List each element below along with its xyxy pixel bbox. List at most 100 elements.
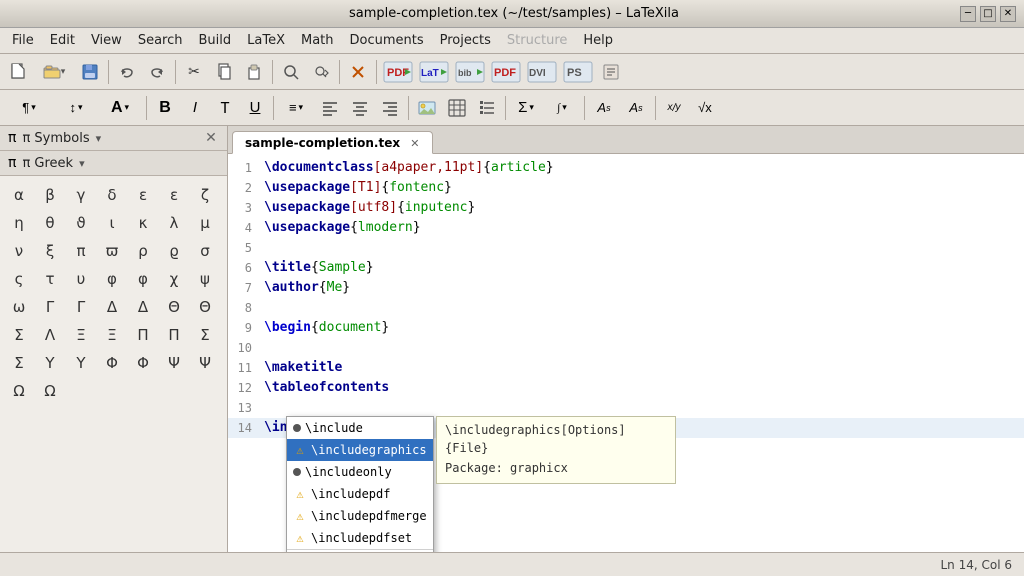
math-delimiter-button[interactable]: ∫▾: [544, 94, 580, 122]
greek-Sigma[interactable]: Σ: [6, 322, 32, 348]
greek-iota[interactable]: ι: [99, 210, 125, 236]
tab-sample-completion[interactable]: sample-completion.tex ✕: [232, 131, 433, 154]
insert-list-button[interactable]: [473, 94, 501, 122]
bold-button[interactable]: B: [151, 94, 179, 122]
greek-tau[interactable]: τ: [37, 266, 63, 292]
menu-latex[interactable]: LaTeX: [239, 30, 293, 51]
sqrt-button[interactable]: √x: [690, 94, 720, 122]
greek-sigma[interactable]: σ: [192, 238, 218, 264]
greek-varsigma[interactable]: ς: [6, 266, 32, 292]
redo-button[interactable]: [143, 58, 171, 86]
symbols-panel-header[interactable]: π π Symbols ▾ ✕: [0, 126, 227, 151]
greek-Delta[interactable]: Δ: [99, 294, 125, 320]
greek-varphi[interactable]: φ: [130, 266, 156, 292]
greek-kappa[interactable]: κ: [130, 210, 156, 236]
build-latex-button[interactable]: LaT: [417, 58, 451, 86]
build-button2[interactable]: bib: [453, 58, 487, 86]
sum-button[interactable]: Σ▾: [510, 94, 542, 122]
ac-item-includeonly[interactable]: \includeonly: [287, 461, 433, 483]
menu-build[interactable]: Build: [190, 30, 239, 51]
greek-Psi[interactable]: Ψ: [161, 350, 187, 376]
copy-button[interactable]: [210, 58, 238, 86]
greek-nu[interactable]: ν: [6, 238, 32, 264]
menu-edit[interactable]: Edit: [42, 30, 83, 51]
greek-Upsilon2[interactable]: Υ: [68, 350, 94, 376]
code-editor[interactable]: 1\documentclass[a4paper,11pt]{article} 2…: [228, 154, 1024, 552]
clear-button[interactable]: [344, 58, 372, 86]
greek-Psi2[interactable]: Ψ: [192, 350, 218, 376]
ps-view-button[interactable]: PS: [561, 58, 595, 86]
ac-item-includepdfmerge[interactable]: ⚠ \includepdfmerge: [287, 505, 433, 527]
undo-button[interactable]: [113, 58, 141, 86]
menu-structure[interactable]: Structure: [499, 30, 575, 51]
greek-beta[interactable]: β: [37, 182, 63, 208]
greek-Sigma3[interactable]: Σ: [6, 350, 32, 376]
menu-view[interactable]: View: [83, 30, 130, 51]
greek-phi[interactable]: φ: [99, 266, 125, 292]
greek-gamma[interactable]: γ: [68, 182, 94, 208]
menu-documents[interactable]: Documents: [342, 30, 432, 51]
menu-math[interactable]: Math: [293, 30, 342, 51]
greek-chi[interactable]: χ: [161, 266, 187, 292]
greek-Sigma2[interactable]: Σ: [192, 322, 218, 348]
greek-panel-header[interactable]: π π Greek ▾: [0, 151, 227, 176]
insert-table-button[interactable]: [443, 94, 471, 122]
greek-Xi[interactable]: Ξ: [68, 322, 94, 348]
greek-Upsilon[interactable]: Υ: [37, 350, 63, 376]
menu-search[interactable]: Search: [130, 30, 191, 51]
maximize-button[interactable]: □: [980, 6, 996, 22]
greek-Delta2[interactable]: Δ: [130, 294, 156, 320]
fraction-button[interactable]: x/y: [660, 94, 688, 122]
greek-theta[interactable]: θ: [37, 210, 63, 236]
greek-pi[interactable]: π: [68, 238, 94, 264]
paragraph-style-button[interactable]: ¶▾: [4, 94, 54, 122]
menu-help[interactable]: Help: [575, 30, 621, 51]
font-size-button[interactable]: A▾: [98, 94, 142, 122]
greek-upsilon[interactable]: υ: [68, 266, 94, 292]
greek-Xi2[interactable]: Ξ: [99, 322, 125, 348]
justify-button[interactable]: ≡▾: [278, 94, 314, 122]
greek-Theta2[interactable]: Θ: [192, 294, 218, 320]
ac-item-include[interactable]: \include: [287, 417, 433, 439]
ac-item-includepdfset[interactable]: ⚠ \includepdfset: [287, 527, 433, 549]
greek-varepsilon[interactable]: ε: [161, 182, 187, 208]
greek-alpha[interactable]: α: [6, 182, 32, 208]
align-center-button[interactable]: [346, 94, 374, 122]
replace-button[interactable]: [307, 58, 335, 86]
greek-vartheta[interactable]: ϑ: [68, 210, 94, 236]
typewriter-button[interactable]: T: [211, 94, 239, 122]
greek-eta[interactable]: η: [6, 210, 32, 236]
greek-Omega2[interactable]: Ω: [37, 378, 63, 404]
superscript-button[interactable]: As: [589, 94, 619, 122]
greek-psi[interactable]: ψ: [192, 266, 218, 292]
symbols-close-button[interactable]: ✕: [203, 130, 219, 146]
ac-item-includepdf[interactable]: ⚠ \includepdf: [287, 483, 433, 505]
menu-projects[interactable]: Projects: [432, 30, 499, 51]
greek-Omega[interactable]: Ω: [6, 378, 32, 404]
new-file-button[interactable]: [4, 58, 32, 86]
align-right-button[interactable]: [376, 94, 404, 122]
menu-file[interactable]: File: [4, 30, 42, 51]
greek-zeta[interactable]: ζ: [192, 182, 218, 208]
greek-lambda[interactable]: λ: [161, 210, 187, 236]
view-doc-button[interactable]: [597, 58, 625, 86]
build-pdf-button[interactable]: PDF: [381, 58, 415, 86]
greek-xi[interactable]: ξ: [37, 238, 63, 264]
minimize-button[interactable]: ─: [960, 6, 976, 22]
greek-Gamma[interactable]: Γ: [37, 294, 63, 320]
greek-Pi2[interactable]: Π: [161, 322, 187, 348]
open-file-button[interactable]: ▾: [34, 58, 74, 86]
underline-button[interactable]: U: [241, 94, 269, 122]
dvi-view-button[interactable]: DVI: [525, 58, 559, 86]
align-left-button[interactable]: [316, 94, 344, 122]
insert-image-button[interactable]: [413, 94, 441, 122]
greek-rho[interactable]: ρ: [130, 238, 156, 264]
italic-button[interactable]: I: [181, 94, 209, 122]
greek-omega[interactable]: ω: [6, 294, 32, 320]
tab-close-icon[interactable]: ✕: [410, 137, 419, 150]
greek-Gamma2[interactable]: Γ: [68, 294, 94, 320]
cut-button[interactable]: ✂: [180, 58, 208, 86]
greek-Theta[interactable]: Θ: [161, 294, 187, 320]
greek-Phi2[interactable]: Φ: [130, 350, 156, 376]
greek-delta[interactable]: δ: [99, 182, 125, 208]
